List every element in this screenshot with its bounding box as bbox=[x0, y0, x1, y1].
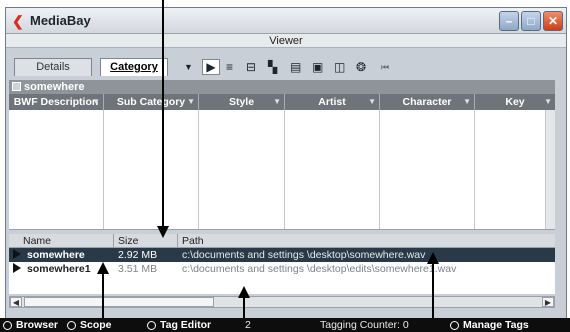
title-bar[interactable]: ❮ MediaBay – □ ✕ bbox=[6, 8, 566, 34]
tab-details[interactable]: Details bbox=[14, 58, 92, 76]
callout-arrow-icon bbox=[238, 286, 250, 298]
category-list[interactable] bbox=[475, 110, 555, 229]
column-artist[interactable]: Artist ▼ bbox=[285, 94, 380, 110]
play-icon[interactable] bbox=[13, 263, 21, 273]
category-header: BWF Description ▼ Sub Category ▼ Style ▼ Ar… bbox=[9, 94, 555, 110]
waveform-view-icon[interactable]: ▣ bbox=[312, 60, 323, 74]
file-name: somewhere bbox=[27, 249, 85, 261]
table-view-icon[interactable]: ▤ bbox=[290, 60, 301, 74]
radio-icon bbox=[3, 320, 12, 330]
column-style[interactable]: Style ▼ bbox=[199, 94, 285, 110]
view-dropdown-icon[interactable]: ▼ bbox=[184, 60, 193, 74]
callout-arrow-icon bbox=[157, 226, 169, 238]
close-icon[interactable]: ✕ bbox=[543, 10, 563, 31]
browser-toggle[interactable]: Browser bbox=[3, 318, 58, 332]
category-list[interactable] bbox=[104, 110, 199, 229]
chevron-down-icon: ▼ bbox=[544, 97, 552, 106]
category-grid bbox=[9, 110, 555, 230]
tagging-counter: Tagging Counter: 0 bbox=[320, 319, 409, 331]
manage-tags-label: Manage Tags bbox=[463, 319, 529, 331]
scroll-right-icon[interactable]: ▶ bbox=[542, 297, 554, 307]
section-title: somewhere bbox=[24, 81, 85, 93]
callout-arrow-icon bbox=[97, 262, 109, 274]
window-title: MediaBay bbox=[30, 13, 91, 28]
tag-editor-toggle[interactable]: Tag Editor bbox=[147, 318, 211, 332]
table-row[interactable]: somewhere 2.92 MB c:\documents and setti… bbox=[9, 248, 555, 262]
file-path: c:\documents and settings \desktop\somew… bbox=[182, 249, 426, 261]
minimize-icon[interactable]: – bbox=[499, 10, 519, 31]
file-path: c:\documents and settings \desktop\edits… bbox=[182, 263, 457, 275]
scope-toggle[interactable]: Scope bbox=[67, 318, 112, 332]
scroll-left-icon[interactable]: ◀ bbox=[10, 297, 22, 307]
callout-line bbox=[162, 0, 164, 228]
file-size: 3.51 MB bbox=[118, 263, 158, 275]
list-view-icon[interactable]: ≡ bbox=[226, 60, 233, 74]
column-label: BWF Description bbox=[13, 96, 99, 108]
column-bwf-description[interactable]: BWF Description ▼ bbox=[9, 94, 104, 110]
window-controls: – □ ✕ bbox=[499, 10, 563, 31]
radio-icon bbox=[67, 320, 76, 330]
result-count: 2 bbox=[245, 319, 251, 331]
scope-view-icon[interactable]: ❂ bbox=[356, 60, 366, 74]
radio-icon bbox=[147, 320, 156, 330]
column-label: Character bbox=[402, 96, 452, 108]
chevron-down-icon: ▼ bbox=[273, 97, 281, 106]
column-path[interactable]: Path bbox=[178, 234, 555, 247]
category-list[interactable] bbox=[9, 110, 104, 229]
results-header: Name Size Path bbox=[9, 234, 555, 248]
tag-editor-label: Tag Editor bbox=[160, 319, 212, 331]
category-list[interactable] bbox=[199, 110, 285, 229]
column-label: Style bbox=[228, 96, 255, 108]
column-view-icon[interactable]: ▚ bbox=[268, 60, 277, 74]
category-list[interactable] bbox=[380, 110, 475, 229]
table-row[interactable]: somewhere1 3.51 MB c:\documents and sett… bbox=[9, 262, 555, 276]
radio-icon bbox=[450, 320, 459, 330]
column-key[interactable]: Key ▼ bbox=[475, 94, 555, 110]
callout-line bbox=[102, 272, 104, 318]
horizontal-scrollbar[interactable]: ◀ ▶ bbox=[9, 296, 555, 308]
folder-icon bbox=[12, 82, 21, 91]
mediabay-logo-icon: ❮ bbox=[12, 12, 24, 29]
column-label: Key bbox=[505, 96, 525, 108]
vertical-scrollbar[interactable] bbox=[545, 110, 555, 229]
split-view-icon[interactable]: ◫ bbox=[334, 60, 345, 74]
file-name: somewhere1 bbox=[27, 263, 91, 275]
play-icon[interactable] bbox=[13, 249, 21, 259]
category-list[interactable] bbox=[285, 110, 380, 229]
status-bar: Browser Scope Tag Editor 2 Tagging Count… bbox=[0, 318, 570, 332]
section-header: somewhere bbox=[9, 80, 555, 94]
rewind-icon[interactable]: ⏮ bbox=[381, 60, 389, 74]
column-label: Artist bbox=[318, 96, 346, 108]
filter-view-icon[interactable]: ⊟ bbox=[246, 60, 256, 74]
scrollbar-thumb[interactable] bbox=[24, 297, 214, 307]
play-icon[interactable]: ▶ bbox=[202, 59, 220, 75]
chevron-down-icon: ▼ bbox=[463, 97, 471, 106]
browser-label: Browser bbox=[16, 319, 59, 331]
chevron-down-icon: ▼ bbox=[368, 97, 376, 106]
viewer-label: Viewer bbox=[6, 34, 566, 48]
manage-tags-toggle[interactable]: Manage Tags bbox=[450, 318, 529, 332]
column-sub-category[interactable]: Sub Category ▼ bbox=[104, 94, 199, 110]
chevron-down-icon: ▼ bbox=[92, 97, 100, 106]
callout-line bbox=[243, 296, 245, 318]
callout-arrow-icon bbox=[427, 252, 439, 264]
results-list: somewhere 2.92 MB c:\documents and setti… bbox=[9, 248, 555, 294]
column-character[interactable]: Character ▼ bbox=[380, 94, 475, 110]
maximize-icon[interactable]: □ bbox=[521, 10, 541, 31]
scope-label: Scope bbox=[80, 319, 112, 331]
tab-row: Details Category ▼ ▶ ≡ ⊟ ▚ ▤ ▣ ◫ ❂ ⏮ bbox=[6, 48, 566, 78]
tab-category[interactable]: Category bbox=[100, 58, 168, 76]
chevron-down-icon: ▼ bbox=[187, 97, 195, 106]
column-label: Sub Category bbox=[116, 96, 186, 108]
callout-line bbox=[432, 262, 434, 318]
column-name[interactable]: Name bbox=[9, 234, 114, 247]
file-size: 2.92 MB bbox=[118, 249, 158, 261]
